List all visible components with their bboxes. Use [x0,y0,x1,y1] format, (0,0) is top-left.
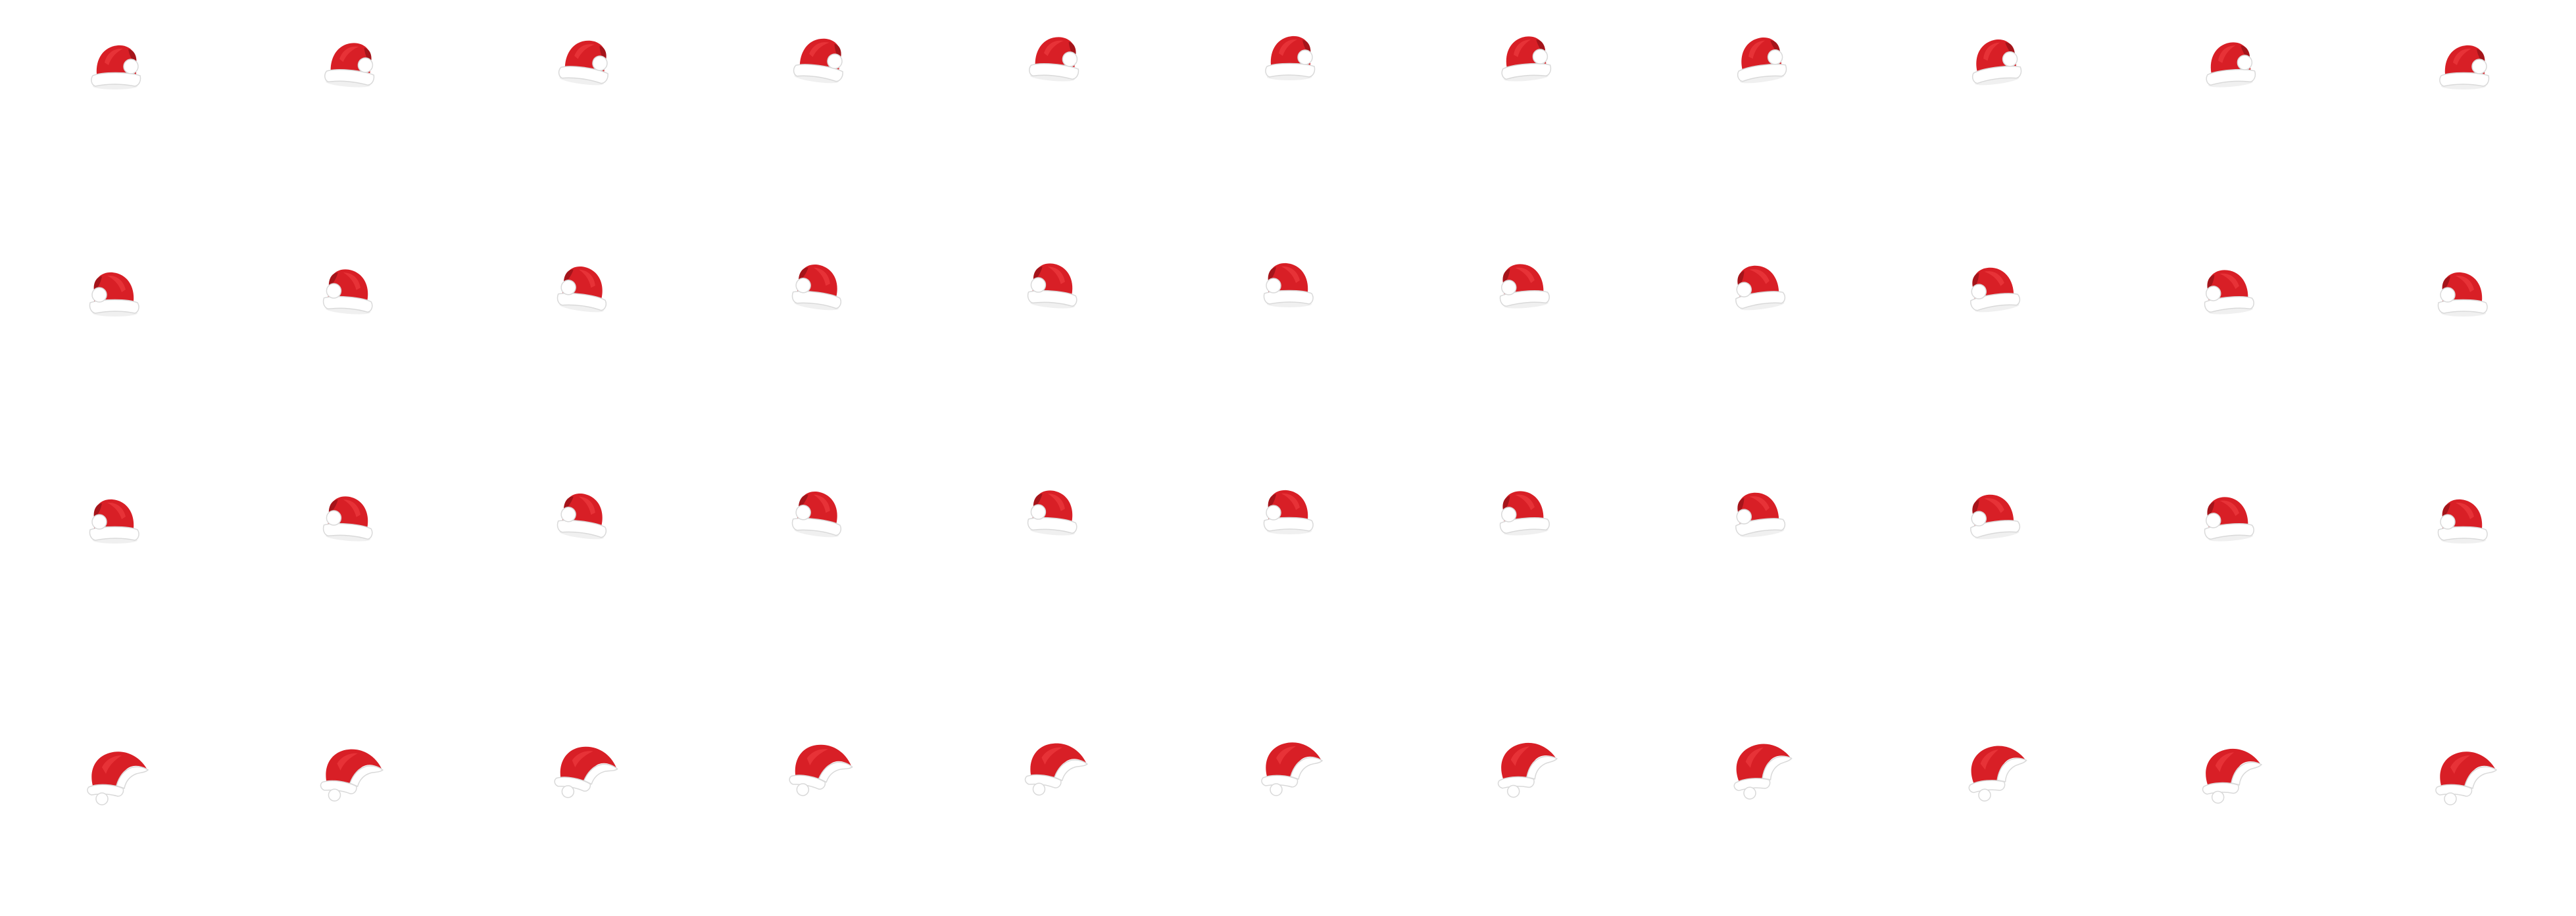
santa-hat-icon [1023,740,1089,800]
santa-hat-icon [2201,267,2256,317]
santa-hat-icon [2437,499,2488,544]
santa-hat-icon [91,45,141,90]
santa-hat-icon [1728,739,1797,802]
santa-hat-icon [322,494,376,544]
santa-hat-icon [2199,746,2265,805]
santa-hat-icon [790,261,846,313]
santa-hat-icon [1265,36,1316,81]
santa-hat-icon [89,499,139,544]
santa-hat-icon [1497,488,1551,538]
santa-hat-icon [1026,488,1080,538]
santa-hat-icon [1495,740,1560,799]
santa-hat-icon [1733,34,1789,86]
santa-hat-icon [1966,263,2021,315]
santa-hat-icon [790,488,846,540]
santa-hat-icon [1497,261,1551,311]
santa-hat-icon [555,490,611,542]
santa-hat-icon [787,740,855,802]
santa-hat-icon [1731,261,1787,313]
santa-hat-icon [792,34,848,86]
santa-hat-icon [1028,34,1082,84]
santa-hat-icon [1963,741,2032,803]
santa-hat-icon [2437,272,2488,317]
santa-hat-icon [87,751,149,805]
santa-hat-icon [552,742,620,804]
santa-hat-icon [322,267,376,317]
sprite-sheet [0,0,2576,916]
santa-hat-icon [318,746,385,805]
santa-hat-icon [2201,494,2256,544]
santa-hat-icon [1966,490,2021,542]
santa-hat-icon [2439,45,2490,90]
santa-hat-icon [1263,490,1314,535]
santa-hat-icon [1731,488,1787,540]
santa-hat-icon [89,272,139,317]
santa-hat-icon [1968,36,2023,88]
santa-hat-icon [555,263,611,315]
santa-hat-icon [1499,34,1552,84]
santa-hat-icon [1026,261,1080,311]
santa-hat-icon [2203,39,2257,89]
santa-hat-icon [2435,751,2497,805]
santa-hat-icon [557,36,613,88]
santa-hat-icon [323,39,378,89]
santa-hat-icon [1261,742,1323,796]
santa-hat-icon [1263,263,1314,308]
